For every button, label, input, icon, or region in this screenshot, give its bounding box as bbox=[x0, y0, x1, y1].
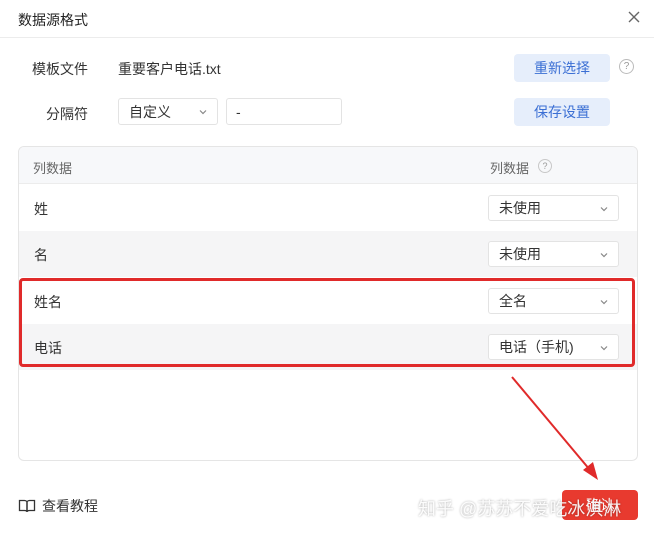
table-row: 电话 电话（手机) bbox=[19, 324, 637, 370]
tutorial-label: 查看教程 bbox=[42, 498, 98, 514]
column-help-icon[interactable]: ? bbox=[538, 159, 552, 173]
book-icon bbox=[18, 499, 36, 513]
template-label: 模板文件 bbox=[32, 61, 88, 77]
row-mapping-value: 未使用 bbox=[499, 246, 541, 262]
table-row: 姓名 全名 bbox=[19, 278, 637, 324]
column-mapping-table: 列数据 列数据 ? 姓 未使用 名 未使用 姓名 全名 电话 电话（手机) bbox=[18, 146, 638, 461]
table-header: 列数据 列数据 ? bbox=[19, 147, 637, 184]
row-mapping-value: 未使用 bbox=[499, 200, 541, 216]
separator-input[interactable]: - bbox=[226, 98, 342, 125]
chevron-down-icon bbox=[600, 207, 608, 212]
save-settings-button[interactable]: 保存设置 bbox=[514, 98, 610, 126]
chevron-down-icon bbox=[600, 253, 608, 258]
separator-select[interactable]: 自定义 bbox=[118, 98, 218, 125]
row-field-name: 电话 bbox=[34, 340, 62, 356]
reselect-button[interactable]: 重新选择 bbox=[514, 54, 610, 82]
row-mapping-value: 全名 bbox=[499, 293, 527, 309]
watermark: 知乎 @苏苏不爱吃冰淇淋 bbox=[418, 499, 622, 519]
chevron-down-icon bbox=[199, 110, 207, 115]
separator-label: 分隔符 bbox=[46, 106, 88, 122]
help-icon[interactable]: ? bbox=[619, 59, 634, 74]
row-mapping-select[interactable]: 电话（手机) bbox=[488, 334, 619, 360]
row-field-name: 名 bbox=[34, 247, 48, 263]
column-header-mapping: 列数据 bbox=[490, 161, 530, 176]
tutorial-link[interactable]: 查看教程 bbox=[18, 496, 98, 516]
table-row: 姓 未使用 bbox=[19, 185, 637, 231]
table-row: 名 未使用 bbox=[19, 231, 637, 277]
row-mapping-select[interactable]: 未使用 bbox=[488, 195, 619, 221]
separator-select-value: 自定义 bbox=[129, 103, 171, 120]
template-filename: 重要客户电话.txt bbox=[118, 61, 221, 77]
dialog-title: 数据源格式 bbox=[18, 12, 88, 28]
row-mapping-value: 电话（手机) bbox=[499, 339, 574, 355]
column-header-data: 列数据 bbox=[33, 161, 73, 176]
chevron-down-icon bbox=[600, 300, 608, 305]
row-field-name: 姓名 bbox=[34, 294, 62, 310]
chevron-down-icon bbox=[600, 346, 608, 351]
row-field-name: 姓 bbox=[34, 201, 48, 217]
row-mapping-select[interactable]: 全名 bbox=[488, 288, 619, 314]
close-icon[interactable] bbox=[624, 7, 644, 27]
dialog-titlebar: 数据源格式 bbox=[0, 0, 654, 38]
row-mapping-select[interactable]: 未使用 bbox=[488, 241, 619, 267]
